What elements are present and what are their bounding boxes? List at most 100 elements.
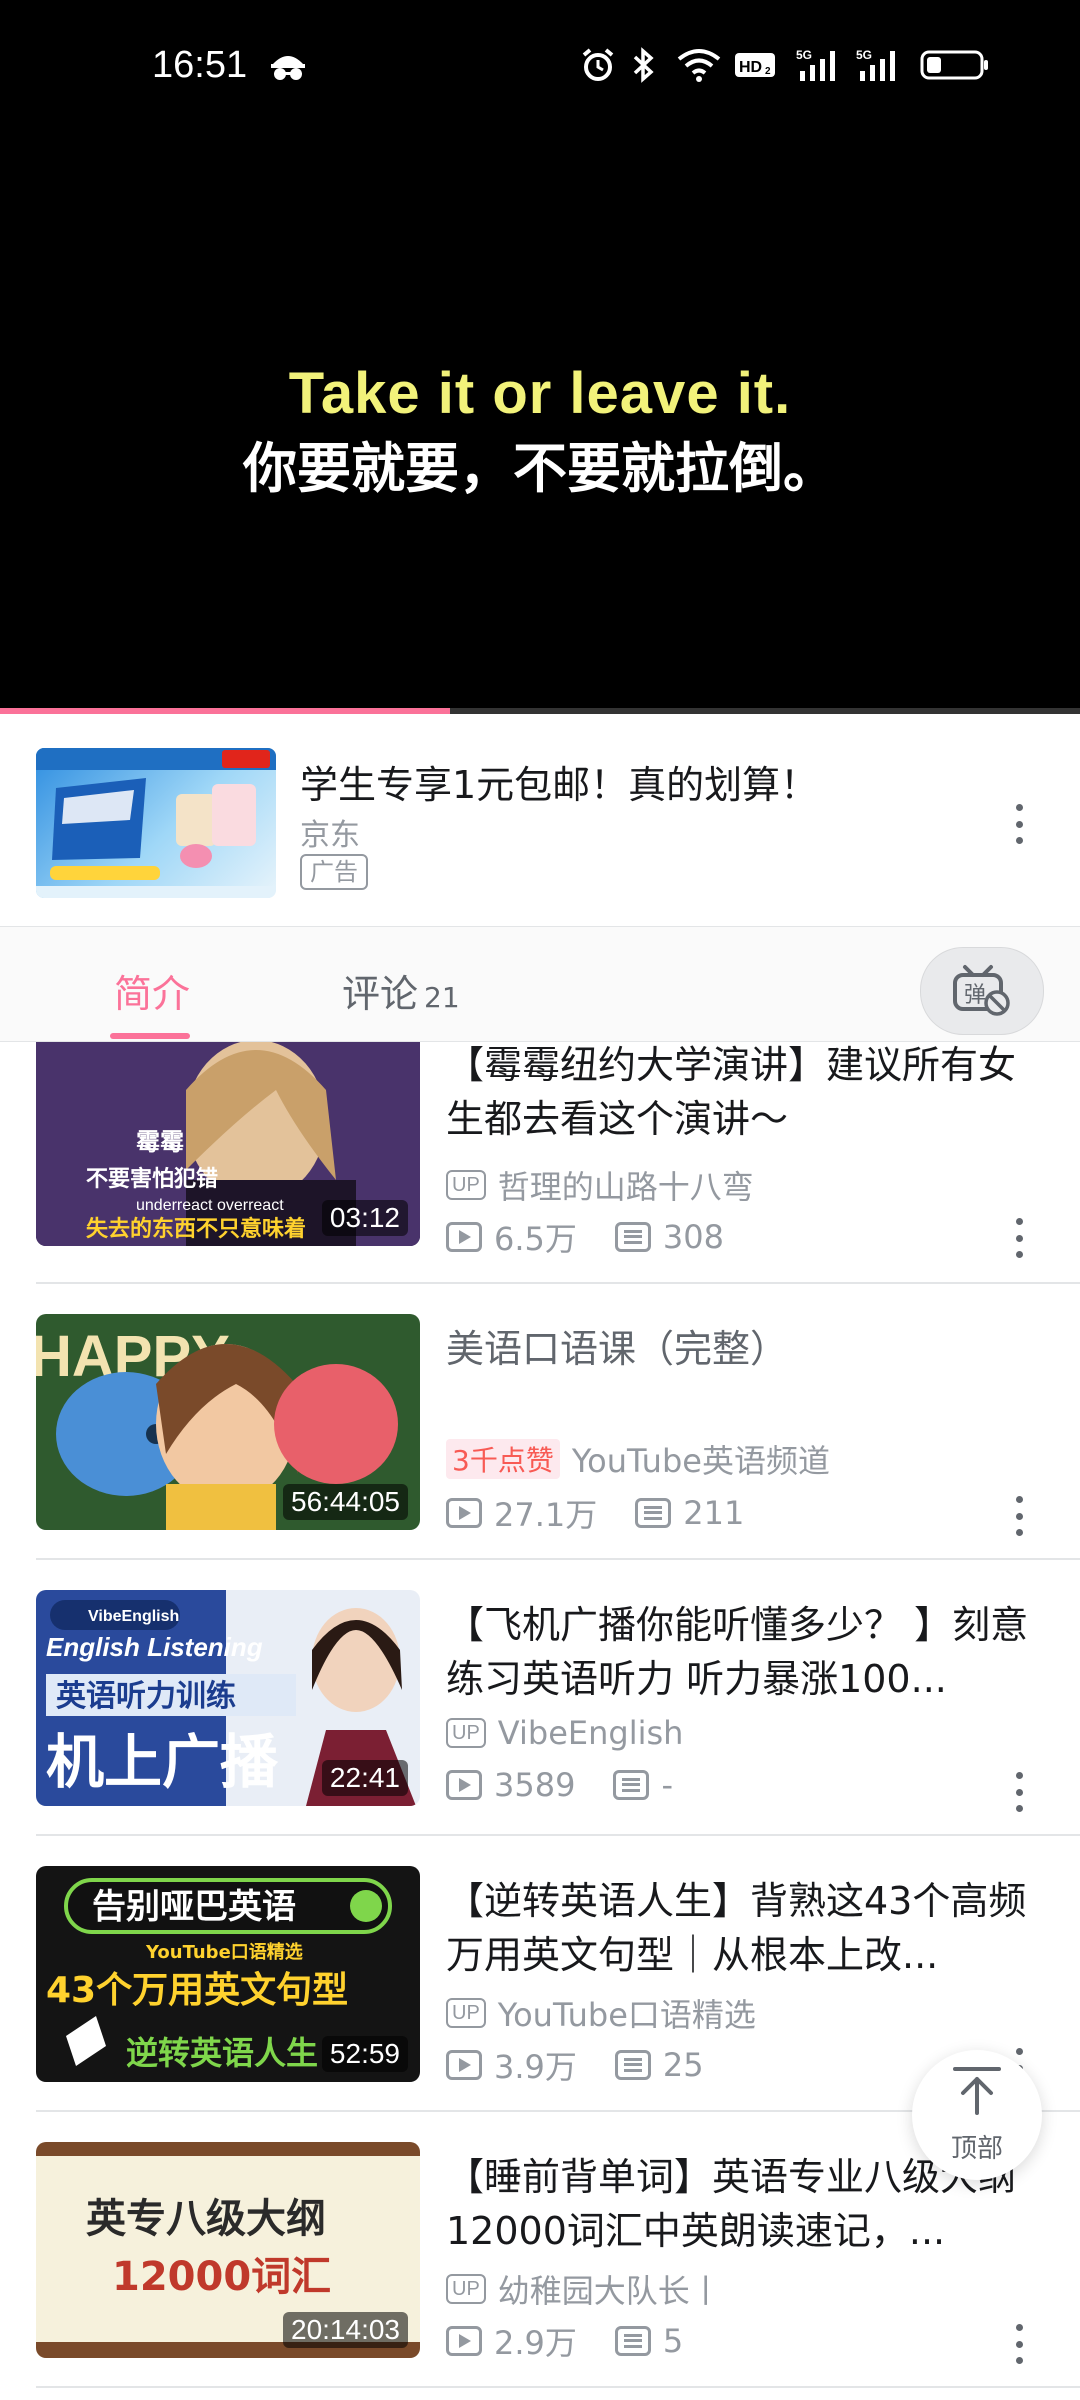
up-badge: UP: [446, 2274, 486, 2304]
bluetooth-icon: [626, 46, 662, 84]
danmaku-toggle-button[interactable]: 弹: [920, 947, 1044, 1035]
danmaku-count-icon: [614, 2326, 651, 2356]
svg-text:逆转英语人生: 逆转英语人生: [126, 2034, 318, 2072]
svg-text:不要害怕犯错: 不要害怕犯错: [86, 1166, 218, 1192]
video-uploader[interactable]: 3千点赞 YouTube英语频道: [446, 1436, 830, 1482]
more-icon[interactable]: [1004, 1496, 1034, 1536]
video-title[interactable]: 【霉霉纽约大学演讲】建议所有女生都去看这个演讲～: [446, 1042, 1046, 1146]
ad-title[interactable]: 学生专享1元包邮！真的划算！: [300, 754, 818, 809]
svg-text:2: 2: [765, 66, 771, 77]
arrow-up-icon: [951, 2065, 1003, 2124]
related-video-list[interactable]: 霉霉 不要害怕犯错 underreact overreact 失去的东西不只意味…: [0, 1042, 1080, 2400]
view-count: 2.9万: [494, 2324, 577, 2362]
play-count-icon: [446, 2050, 482, 2080]
video-title[interactable]: 美语口语课（完整）: [446, 1322, 1046, 1376]
svg-text:YouTube口语精选: YouTube口语精选: [145, 1941, 303, 1963]
like-badge: 3千点赞: [446, 1439, 560, 1479]
tab-bar: 简介 评论 21 弹: [0, 926, 1080, 1042]
tab-comments-label: 评论: [342, 972, 419, 1016]
svg-text:英专八级大纲: 英专八级大纲: [86, 2196, 326, 2242]
video-uploader[interactable]: UP VibeEnglish: [446, 1714, 683, 1752]
status-time: 16:51: [152, 44, 248, 86]
video-thumbnail[interactable]: VibeEnglish English Listening 英语听力训练 机上广…: [36, 1590, 420, 1806]
comment-count: 308: [662, 1218, 724, 1256]
video-thumbnail[interactable]: 英专八级大纲 12000词汇 20:14:03: [36, 2142, 420, 2358]
view-count: 6.5万: [494, 1220, 577, 1258]
subtitle-chinese: 你要就要，不要就拉倒。: [243, 437, 837, 500]
tab-intro[interactable]: 简介: [114, 963, 190, 1018]
uploader-name: YouTube口语精选: [497, 1996, 756, 2034]
video-stats: 2.9万 5: [446, 2318, 683, 2364]
video-stats: 27.1万 211: [446, 1490, 744, 1536]
video-stats: 3.9万 25: [446, 2042, 704, 2088]
up-badge: UP: [446, 1998, 486, 2028]
svg-text:告别哑巴英语: 告别哑巴英语: [92, 1887, 296, 1927]
list-item[interactable]: HAPPY 56:44:05 美语口语课（完整） 3千点赞 YouTube英语频道…: [0, 1284, 1080, 1560]
list-item[interactable]: VibeEnglish English Listening 英语听力训练 机上广…: [0, 1560, 1080, 1836]
danmaku-count-icon: [614, 2050, 651, 2080]
hd-icon: HD 2: [734, 46, 776, 84]
video-title[interactable]: 【飞机广播你能听懂多少？ 】刻意练习英语听力 听力暴涨100...: [446, 1598, 1046, 1706]
video-player[interactable]: 16:51 HD 2 5G 5G Take it or leave it. 你要就…: [0, 0, 1080, 714]
tab-comments-count: 21: [424, 981, 460, 1014]
svg-text:英语听力训练: 英语听力训练: [56, 1679, 236, 1714]
video-uploader[interactable]: UP YouTube口语精选: [446, 1990, 756, 2036]
video-uploader[interactable]: UP 幼稚园大队长丨: [446, 2266, 722, 2312]
svg-text:English Listening: English Listening: [46, 1632, 263, 1662]
tab-comments[interactable]: 评论 21: [342, 963, 460, 1018]
video-title[interactable]: 【逆转英语人生】背熟这43个高频万用英文句型｜从根本上改...: [446, 1874, 1046, 1982]
tab-active-indicator: [110, 1033, 190, 1039]
battery-icon: [920, 46, 990, 84]
ad-badge: 广告: [300, 854, 368, 890]
list-item[interactable]: 英专八级大纲 12000词汇 20:14:03 【睡前背单词】英语专业八级大纲1…: [0, 2112, 1080, 2388]
ad-card[interactable]: 学生专享1元包邮！真的划算！ 京东 广告: [0, 714, 1080, 926]
video-duration: 22:41: [321, 1760, 408, 1796]
video-stats: 3589 -: [446, 1766, 673, 1804]
svg-text:机上广播: 机上广播: [46, 1728, 279, 1796]
view-count: 3.9万: [494, 2048, 577, 2086]
svg-text:5G: 5G: [796, 48, 812, 62]
view-count: 3589: [494, 1766, 576, 1804]
subtitle-english: Take it or leave it.: [288, 361, 792, 426]
more-icon[interactable]: [1004, 1218, 1034, 1258]
more-icon[interactable]: [1004, 1772, 1034, 1812]
view-count: 27.1万: [494, 1496, 598, 1534]
danmaku-count-icon: [635, 1498, 672, 1528]
svg-text:弹: 弹: [964, 983, 986, 1008]
signal-5g-icon: 5G: [856, 46, 902, 84]
svg-text:HD: HD: [739, 59, 762, 76]
more-icon[interactable]: [1004, 2324, 1034, 2364]
ad-more-icon[interactable]: [1004, 804, 1034, 844]
alarm-icon: [580, 46, 616, 84]
play-count-icon: [446, 1222, 482, 1252]
svg-text:失去的东西不只意味着: 失去的东西不只意味着: [86, 1216, 306, 1242]
uploader-name: VibeEnglish: [497, 1714, 684, 1752]
comment-count: 211: [683, 1494, 745, 1532]
video-duration: 56:44:05: [283, 1484, 408, 1520]
uploader-name: 幼稚园大队长丨: [497, 2272, 722, 2310]
play-count-icon: [446, 1498, 482, 1528]
video-duration: 20:14:03: [283, 2312, 408, 2348]
back-to-top-label: 顶部: [950, 2134, 1003, 2164]
video-uploader[interactable]: UP 哲理的山路十八弯: [446, 1162, 754, 1208]
wifi-icon: [676, 46, 722, 84]
video-thumbnail[interactable]: HAPPY 56:44:05: [36, 1314, 420, 1530]
uploader-name: YouTube英语频道: [571, 1442, 830, 1480]
status-bar: 16:51 HD 2 5G 5G: [0, 0, 1080, 140]
comment-count: 5: [662, 2322, 684, 2360]
danmaku-count-icon: [614, 1222, 651, 1252]
list-item[interactable]: 告别哑巴英语 YouTube口语精选 43个万用英文句型 逆转英语人生 52:5…: [0, 1836, 1080, 2112]
list-item[interactable]: 霉霉 不要害怕犯错 underreact overreact 失去的东西不只意味…: [0, 1042, 1080, 1284]
ad-thumbnail[interactable]: [36, 748, 276, 898]
video-thumbnail[interactable]: 告别哑巴英语 YouTube口语精选 43个万用英文句型 逆转英语人生 52:5…: [36, 1866, 420, 2082]
video-thumbnail[interactable]: 霉霉 不要害怕犯错 underreact overreact 失去的东西不只意味…: [36, 1042, 420, 1246]
svg-text:underreact overreact: underreact overreact: [136, 1197, 284, 1214]
back-to-top-button[interactable]: 顶部: [912, 2050, 1042, 2180]
danmaku-count-icon: [613, 1770, 650, 1800]
danmaku-off-icon: 弹: [951, 961, 1013, 1021]
svg-text:12000词汇: 12000词汇: [112, 2254, 331, 2300]
video-duration: 03:12: [321, 1200, 408, 1236]
play-count-icon: [446, 1770, 482, 1800]
svg-text:VibeEnglish: VibeEnglish: [88, 1608, 179, 1625]
svg-text:43个万用英文句型: 43个万用英文句型: [46, 1970, 348, 2011]
